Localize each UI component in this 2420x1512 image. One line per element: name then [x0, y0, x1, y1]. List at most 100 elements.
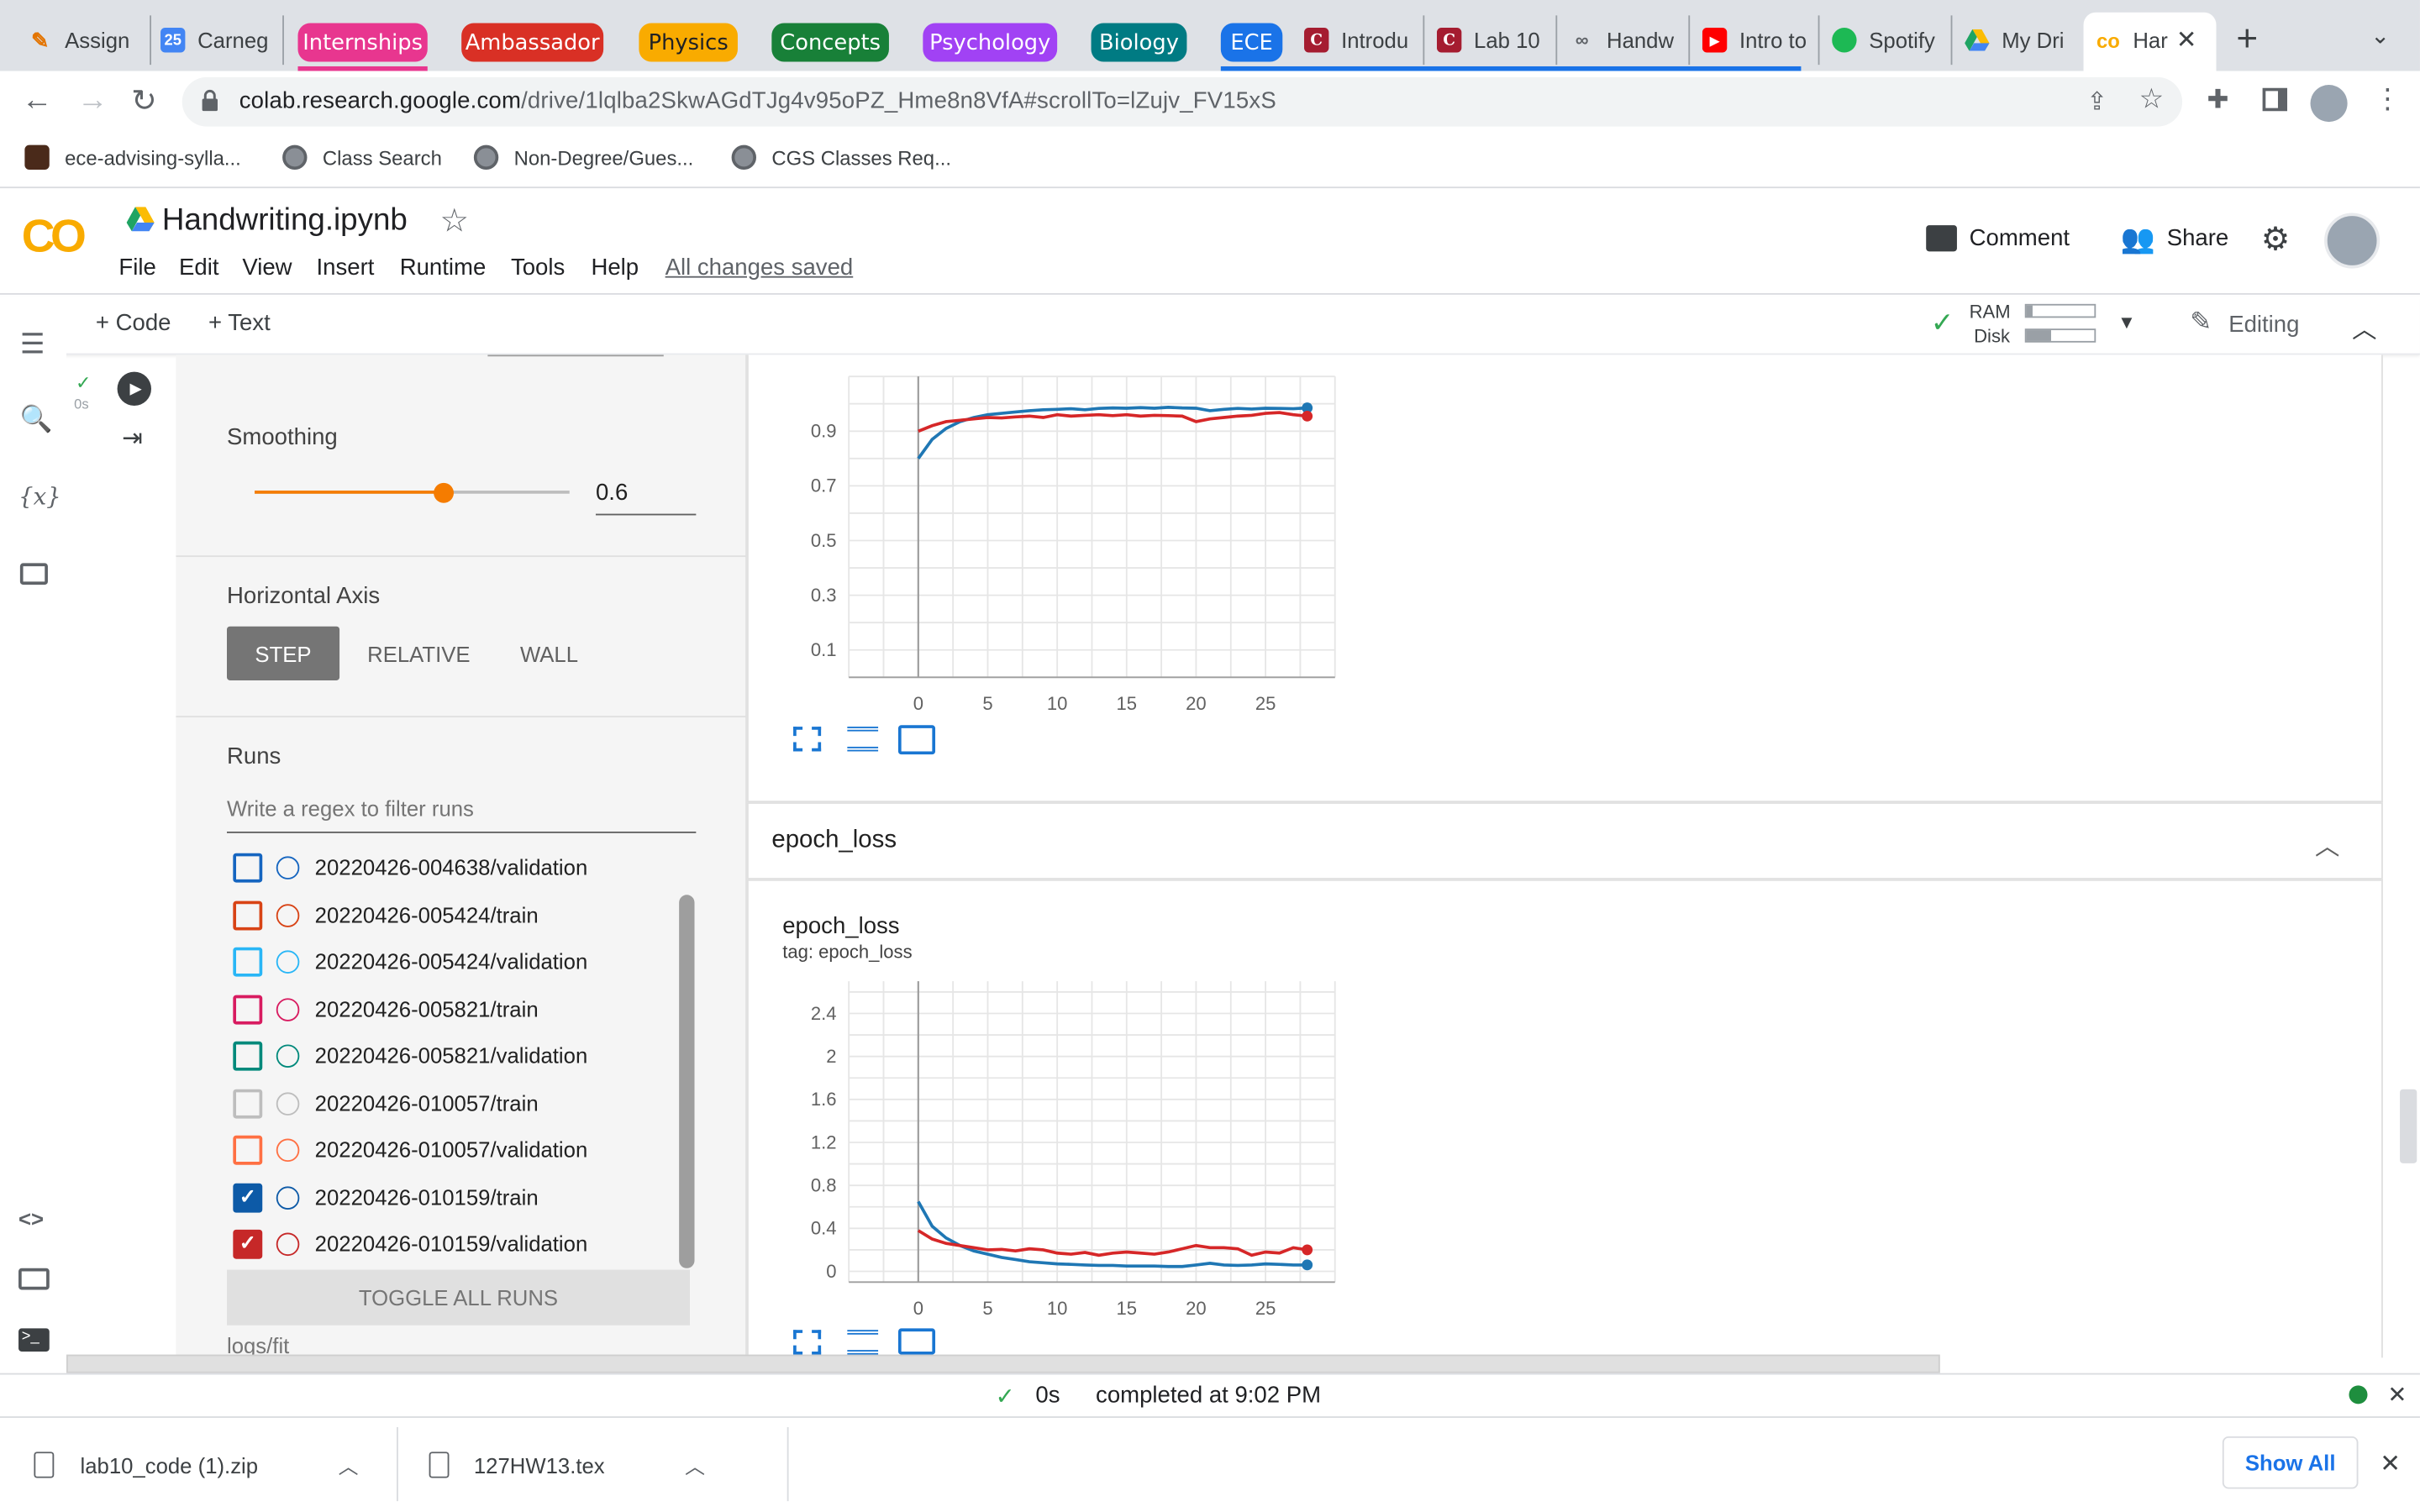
run-checkbox[interactable]	[233, 946, 263, 976]
tab-search-chevron-icon[interactable]: ⌄	[2370, 22, 2390, 50]
epoch-loss-section-header[interactable]	[746, 802, 2383, 879]
download-item-tex[interactable]: 127HW13.tex ︿	[429, 1450, 705, 1479]
menu-view[interactable]: View	[242, 255, 292, 281]
menu-insert[interactable]: Insert	[317, 255, 375, 281]
axis-wall-button[interactable]: WALL	[520, 642, 578, 666]
browser-menu-icon[interactable]: ⋮	[2374, 83, 2402, 116]
bookmark-3[interactable]: Non-Degree/Gues...	[473, 144, 693, 171]
table-of-contents-icon[interactable]: ☰	[20, 328, 45, 361]
run-radio[interactable]	[276, 1185, 300, 1210]
tab-active-label[interactable]: co Har	[2096, 15, 2173, 65]
tab-intro-to[interactable]: ▶ Intro to	[1702, 15, 1820, 66]
run-radio[interactable]	[276, 1137, 300, 1162]
run-radio[interactable]	[276, 997, 300, 1021]
share-page-icon[interactable]: ⇪	[2086, 87, 2107, 118]
run-row[interactable]: 20220426-005424/train	[233, 898, 539, 932]
status-message[interactable]: completed at 9:02 PM	[1096, 1383, 1321, 1409]
run-checkbox[interactable]	[233, 1040, 263, 1070]
run-row[interactable]: 20220426-010057/train	[233, 1086, 539, 1120]
page-scrollbar[interactable]	[2400, 1089, 2417, 1163]
run-checkbox[interactable]	[233, 1088, 263, 1118]
run-checkbox[interactable]	[233, 1134, 263, 1164]
tab-assign[interactable]: ✎ Assign	[28, 15, 151, 66]
chevron-up-icon[interactable]: ︿	[685, 1450, 705, 1479]
bookmark-1[interactable]: ece-advising-sylla...	[24, 144, 241, 171]
gear-icon[interactable]: ⚙	[2261, 221, 2291, 260]
forward-icon[interactable]: →	[77, 83, 108, 118]
notebook-title[interactable]: Handwriting.ipynb	[162, 203, 408, 239]
toggle-all-runs-button[interactable]: TOGGLE ALL RUNS	[226, 1269, 691, 1326]
disk-meter[interactable]	[2024, 328, 2096, 343]
run-row[interactable]: ✓ 20220426-010159/train	[233, 1180, 539, 1214]
bookmark-4[interactable]: CGS Classes Req...	[731, 144, 951, 171]
tab-group-internships[interactable]: Internships	[297, 23, 428, 62]
close-downloads-icon[interactable]: ✕	[2380, 1449, 2401, 1480]
run-checkbox[interactable]	[233, 900, 263, 930]
command-palette-icon[interactable]	[18, 1268, 50, 1290]
back-icon[interactable]: ←	[22, 83, 53, 118]
axis-step-button[interactable]: STEP	[226, 626, 340, 680]
comment-button[interactable]: Comment	[1970, 225, 2070, 251]
run-radio[interactable]	[276, 1091, 300, 1116]
tab-introdu[interactable]: C Introdu	[1304, 15, 1425, 66]
folder-icon[interactable]	[19, 563, 48, 585]
run-checkbox[interactable]	[233, 852, 263, 882]
fit-domain-icon[interactable]	[897, 1328, 936, 1355]
run-checkbox[interactable]	[233, 994, 263, 1024]
tab-group-psychology[interactable]: Psychology	[923, 23, 1058, 62]
runs-filter-input[interactable]: Write a regex to filter runs	[226, 796, 697, 833]
side-panel-icon[interactable]	[2262, 87, 2287, 112]
run-radio[interactable]	[276, 903, 300, 927]
smoothing-value-input[interactable]: 0.6	[595, 480, 697, 516]
menu-edit[interactable]: Edit	[179, 255, 218, 281]
horizontal-scrollbar[interactable]	[66, 1354, 1940, 1373]
people-icon[interactable]: 👥	[2121, 223, 2155, 256]
fullscreen-icon[interactable]	[793, 1330, 822, 1355]
run-radio[interactable]	[276, 1043, 300, 1068]
collapse-header-icon[interactable]: ︿	[2352, 308, 2376, 345]
resources-dropdown-icon[interactable]: ▼	[2118, 312, 2136, 333]
bookmark-2[interactable]: Class Search	[282, 144, 442, 171]
tab-carnegie[interactable]: 25 Carneg	[160, 15, 284, 66]
menu-tools[interactable]: Tools	[511, 255, 565, 281]
run-row[interactable]: 20220426-010057/validation	[233, 1132, 587, 1166]
menu-file[interactable]: File	[118, 255, 155, 281]
run-radio[interactable]	[276, 949, 300, 974]
chevron-up-icon[interactable]: ︿	[339, 1450, 359, 1479]
lock-icon[interactable]	[201, 89, 219, 112]
close-status-icon[interactable]: ✕	[2387, 1381, 2407, 1409]
axis-relative-button[interactable]: RELATIVE	[367, 642, 470, 666]
tab-lab10[interactable]: C Lab 10	[1436, 15, 1558, 66]
log-scale-icon[interactable]	[847, 727, 879, 752]
new-tab-icon[interactable]: +	[2236, 18, 2258, 61]
fit-domain-icon[interactable]	[897, 725, 936, 755]
run-row[interactable]: 20220426-005424/validation	[233, 944, 587, 978]
add-text-button[interactable]: + Text	[208, 310, 271, 336]
star-icon[interactable]: ☆	[439, 202, 469, 241]
tab-group-concepts[interactable]: Concepts	[771, 23, 889, 62]
fullscreen-icon[interactable]	[793, 727, 822, 752]
run-checkbox[interactable]: ✓	[233, 1228, 263, 1258]
menu-help[interactable]: Help	[591, 255, 639, 281]
log-scale-icon[interactable]	[847, 1330, 879, 1355]
share-button[interactable]: Share	[2167, 225, 2229, 251]
terminal-icon[interactable]: >_	[18, 1328, 50, 1352]
reload-icon[interactable]: ↻	[131, 81, 157, 120]
add-code-button[interactable]: + Code	[96, 310, 171, 336]
tab-group-ambassador[interactable]: Ambassador	[461, 23, 604, 62]
ram-meter[interactable]	[2024, 303, 2096, 318]
extensions-icon[interactable]: ✚	[2207, 85, 2228, 116]
run-checkbox[interactable]: ✓	[233, 1182, 263, 1212]
url-text[interactable]: colab.research.google.com/drive/1lqlba2S…	[239, 88, 1276, 114]
search-icon[interactable]: 🔍	[20, 404, 53, 435]
tab-my-drive[interactable]: My Dri	[1965, 15, 2075, 65]
run-row[interactable]: 20220426-005821/train	[233, 992, 539, 1026]
run-row[interactable]: 20220426-004638/validation	[233, 850, 587, 884]
download-item-zip[interactable]: lab10_code (1).zip ︿	[34, 1450, 358, 1479]
epoch-loss-chart[interactable]: 0 5 10 15 20 25 0 0.4 0.8 1.2 1.6 2 2.4	[771, 969, 1358, 1318]
smoothing-slider-track[interactable]	[255, 491, 570, 494]
collapse-section-icon[interactable]: ︿	[2315, 826, 2339, 863]
run-row[interactable]: ✓ 20220426-010159/validation	[233, 1226, 587, 1260]
run-row[interactable]: 20220426-005821/validation	[233, 1038, 587, 1072]
runs-scrollbar[interactable]	[679, 895, 695, 1268]
